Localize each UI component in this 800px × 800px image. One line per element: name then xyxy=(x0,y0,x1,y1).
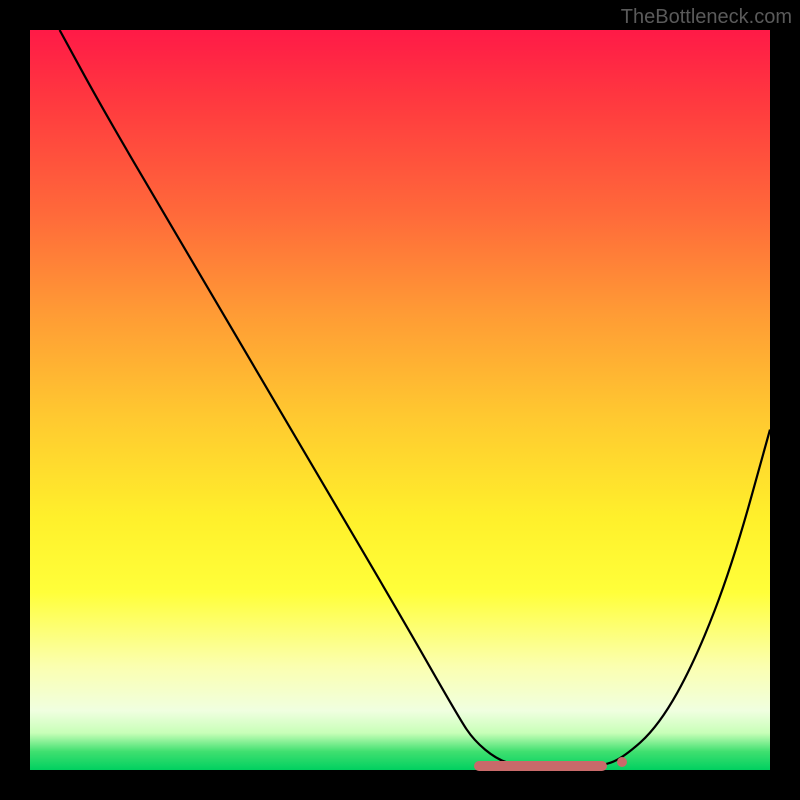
chart-plot-area xyxy=(30,30,770,770)
chart-svg xyxy=(30,30,770,770)
optimal-point-marker xyxy=(617,757,627,767)
bottleneck-curve-line xyxy=(60,30,770,768)
watermark-text: TheBottleneck.com xyxy=(621,6,792,29)
optimal-range-bar xyxy=(474,761,607,771)
